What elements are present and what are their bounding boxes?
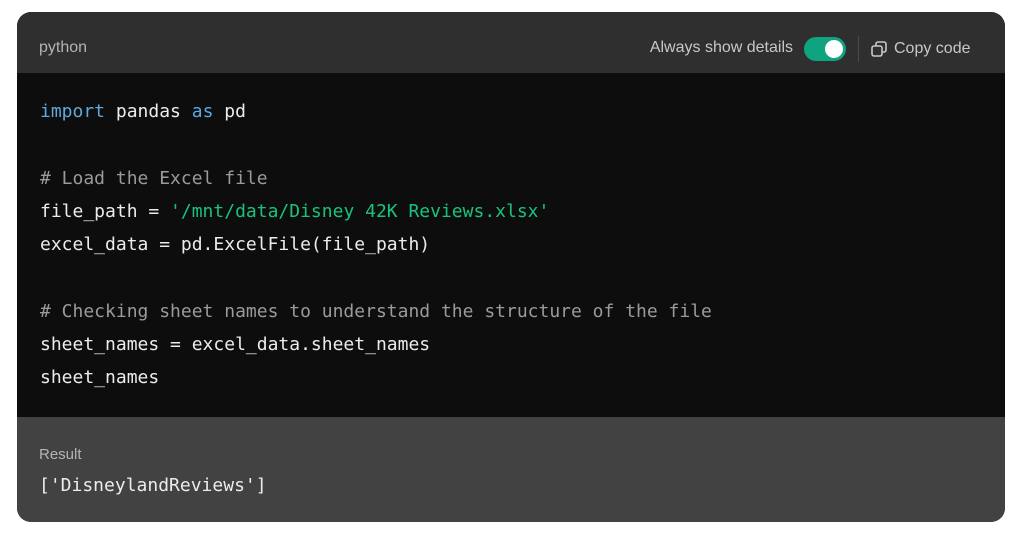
always-show-details-label: Always show details xyxy=(649,39,793,56)
code-block-header: python Always show details Copy code xyxy=(17,12,1005,73)
code-line: sheet_names xyxy=(40,361,712,394)
code-token: file_path = xyxy=(40,200,171,222)
header-divider xyxy=(858,36,859,62)
code-token-cmt: # Checking sheet names to understand the… xyxy=(40,300,712,322)
always-show-details-toggle[interactable] xyxy=(804,37,846,61)
code-line: file_path = '/mnt/data/Disney 42K Review… xyxy=(40,195,712,228)
copy-icon xyxy=(871,41,887,57)
result-value: ['DisneylandReviews'] xyxy=(39,475,267,496)
code-token-str: '/mnt/data/Disney 42K Reviews.xlsx' xyxy=(170,200,550,222)
code-token: sheet_names xyxy=(40,367,160,389)
code-line: excel_data = pd.ExcelFile(file_path) xyxy=(40,228,712,261)
code-token: excel_data = pd.ExcelFile(file_path) xyxy=(40,234,431,256)
code-token: pandas xyxy=(105,101,192,122)
result-label: Result xyxy=(39,446,82,463)
language-label: python xyxy=(39,39,88,56)
code-block: python Always show details Copy code imp… xyxy=(17,12,1005,522)
copy-code-label: Copy code xyxy=(894,40,971,57)
code-token: pd xyxy=(213,101,246,122)
copy-code-button[interactable]: Copy code xyxy=(870,36,971,62)
code-content[interactable]: import pandas as pd # Load the Excel fil… xyxy=(40,95,712,395)
code-line: import pandas as pd xyxy=(40,95,712,128)
code-token-kw: as xyxy=(191,101,214,122)
code-token: sheet_names = excel_data.sheet_names xyxy=(40,334,431,356)
code-line: # Load the Excel file xyxy=(40,162,712,195)
toggle-knob xyxy=(825,40,843,58)
code-token-cmt: # Load the Excel file xyxy=(40,167,268,189)
code-line: # Checking sheet names to understand the… xyxy=(40,295,712,328)
result-panel: Result ['DisneylandReviews'] xyxy=(17,417,1005,522)
code-line: sheet_names = excel_data.sheet_names xyxy=(40,328,712,361)
code-token-kw: import xyxy=(40,101,106,122)
